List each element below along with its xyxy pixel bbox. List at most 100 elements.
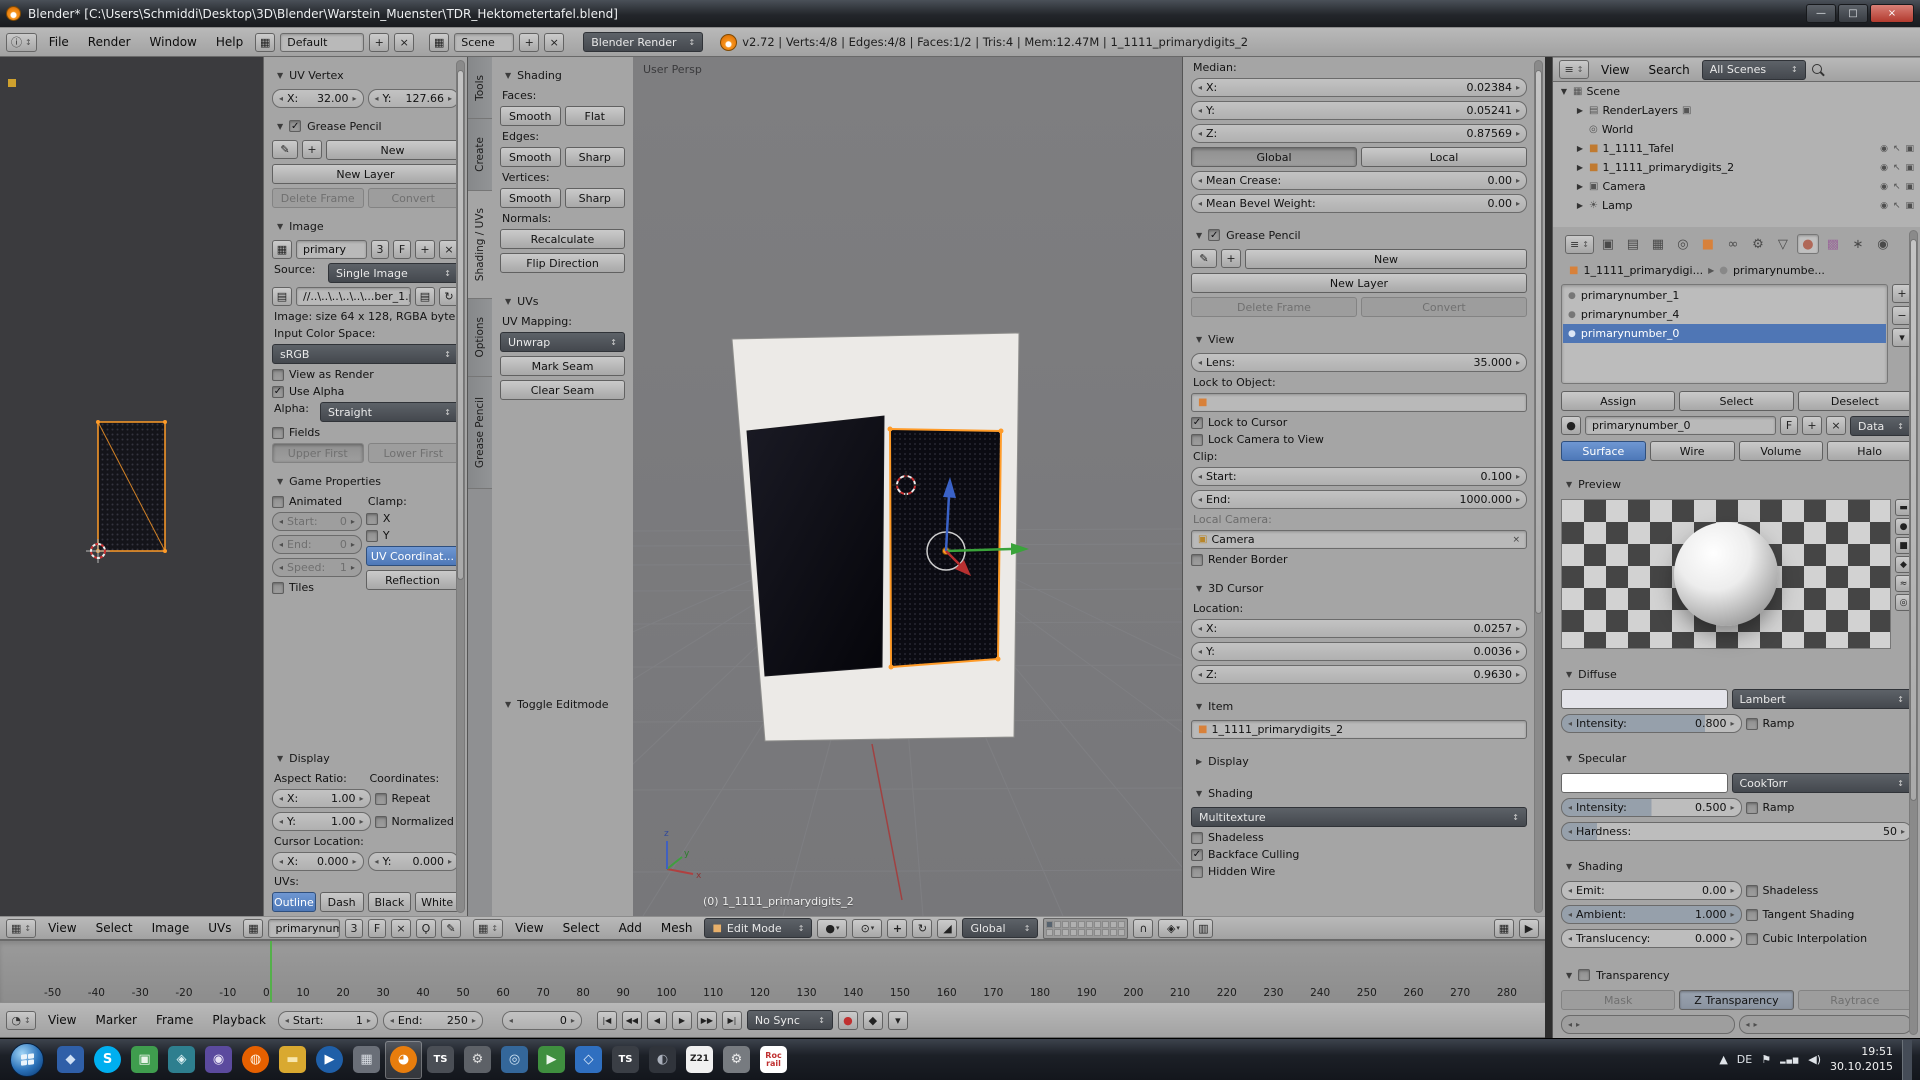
section-redo-panel[interactable]: Toggle Editmode — [500, 694, 625, 714]
local-camera-field[interactable]: ▣ Camera × — [1191, 530, 1527, 549]
image-unlink-button[interactable]: × — [391, 919, 411, 938]
tab-texture[interactable]: ▩ — [1822, 234, 1844, 254]
specular-color-swatch[interactable] — [1561, 773, 1728, 793]
tab-object-data[interactable]: ▽ — [1772, 234, 1794, 254]
uv-vertex-x-field[interactable]: X:32.00 — [272, 89, 364, 108]
material-slot-list[interactable]: ●primarynumber_1 ●primarynumber_4 ●prima… — [1561, 284, 1888, 384]
gears[interactable]: ⚙ — [718, 1041, 755, 1079]
animated-checkbox[interactable]: Animated — [272, 495, 362, 508]
upper-first-button[interactable]: Upper First — [272, 443, 364, 463]
uv-white-toggle[interactable]: White — [415, 892, 459, 912]
tangent-shading-checkbox[interactable]: Tangent Shading — [1746, 905, 1913, 924]
cubic-interpolation-checkbox[interactable]: Cubic Interpolation — [1746, 929, 1913, 948]
app-play[interactable]: ▶ — [533, 1041, 570, 1079]
network-icon[interactable]: ▂▄▆ — [1780, 1056, 1799, 1064]
aspect-x-field[interactable]: X:1.00 — [272, 789, 371, 808]
manipulator-scale-button[interactable]: ◢ — [937, 919, 957, 938]
uv-menu-uvs[interactable]: UVs — [201, 919, 238, 937]
uv-menu-image[interactable]: Image — [145, 919, 197, 937]
flip-direction-button[interactable]: Flip Direction — [500, 253, 625, 273]
sync-mode-select[interactable]: No Sync — [747, 1010, 833, 1030]
diffuse-shader-select[interactable]: Lambert — [1732, 689, 1913, 709]
occlude-geometry-button[interactable]: ▥ — [1193, 919, 1213, 938]
tab-tools[interactable]: Tools — [468, 57, 492, 119]
section-uvs[interactable]: UVs — [500, 291, 625, 311]
tab-world[interactable]: ◎ — [1672, 234, 1694, 254]
menu-window[interactable]: Window — [143, 33, 204, 51]
tab-create[interactable]: Create — [468, 119, 492, 191]
diffuse-color-swatch[interactable] — [1561, 689, 1728, 709]
pin-icon[interactable]: Ϙ — [416, 919, 436, 938]
edit-pencil-icon[interactable]: ✎ — [441, 919, 461, 938]
edges-sharp-button[interactable]: Sharp — [565, 147, 626, 167]
visibility-icon[interactable]: ◉ — [1880, 163, 1888, 173]
material-unlink-button[interactable]: × — [1826, 416, 1846, 435]
global-toggle[interactable]: Global — [1191, 147, 1357, 167]
partial-slider-left[interactable] — [1561, 1015, 1735, 1034]
renderability-icon[interactable]: ▣ — [1905, 201, 1914, 211]
maximize-button[interactable]: □ — [1838, 4, 1868, 23]
opengl-render-anim-button[interactable]: ▶ — [1519, 919, 1539, 938]
opengl-render-still-button[interactable]: ▦ — [1494, 919, 1514, 938]
grease-pencil-new-layer-button[interactable]: New Layer — [272, 164, 459, 184]
median-x-field[interactable]: X:0.02384 — [1191, 78, 1527, 97]
editor-type-button-3d[interactable]: ▦ — [473, 919, 503, 938]
material-mode-select[interactable]: Multitexture — [1191, 807, 1527, 827]
repeat-checkbox[interactable]: Repeat — [375, 789, 460, 808]
uv-image-editor-canvas[interactable] — [0, 57, 263, 916]
outliner-menu-view[interactable]: View — [1594, 61, 1636, 79]
section-grease-pencil-3d[interactable]: Grease Pencil — [1191, 225, 1527, 245]
file-icon[interactable]: ▤ — [272, 287, 292, 306]
outliner-row-world[interactable]: ◎ World — [1553, 120, 1920, 139]
tab-options[interactable]: Options — [468, 299, 492, 377]
app-violet[interactable]: ◉ — [200, 1041, 237, 1079]
select-button[interactable]: Select — [1679, 391, 1793, 411]
deselect-button[interactable]: Deselect — [1798, 391, 1912, 411]
section-shading[interactable]: Shading — [500, 65, 625, 85]
image-fake-user-button[interactable]: F — [368, 919, 386, 938]
reflection-toggle[interactable]: Reflection — [366, 570, 459, 590]
gp3d-convert-button[interactable]: Convert — [1361, 297, 1527, 317]
shadeless-checkbox[interactable]: Shadeless — [1746, 881, 1913, 900]
section-3d-cursor[interactable]: 3D Cursor — [1191, 578, 1527, 598]
minimize-button[interactable]: — — [1806, 4, 1836, 23]
outliner-row-renderlayers[interactable]: ▶ ▤ RenderLayers ▣ — [1553, 101, 1920, 120]
view-as-render-checkbox[interactable]: View as Render — [272, 368, 459, 381]
outliner-scope-select[interactable]: All Scenes — [1702, 60, 1806, 80]
render-engine-select[interactable]: Blender Render — [583, 32, 703, 52]
ambient-slider[interactable]: Ambient:1.000 — [1561, 905, 1742, 924]
rocrail[interactable]: Roc rail — [755, 1041, 792, 1079]
grease-pencil-delete-frame-button[interactable]: Delete Frame — [272, 188, 364, 208]
tab-object[interactable]: ■ — [1697, 234, 1719, 254]
tab-scene[interactable]: ▦ — [1647, 234, 1669, 254]
image-users-badge[interactable]: 3 — [345, 919, 363, 938]
tl-menu-playback[interactable]: Playback — [205, 1011, 273, 1029]
selectability-icon[interactable]: ↖ — [1893, 201, 1901, 211]
next-keyframe-button[interactable]: ▶▶ — [697, 1011, 717, 1030]
mark-seam-button[interactable]: Mark Seam — [500, 356, 625, 376]
assign-button[interactable]: Assign — [1561, 391, 1675, 411]
material-slot[interactable]: ●primarynumber_1 — [1563, 286, 1886, 305]
show-desktop-button[interactable] — [1902, 1040, 1912, 1080]
image-datablock-browse-icon[interactable]: ▦ — [243, 919, 263, 938]
section-display[interactable]: Display — [272, 748, 459, 768]
ts-app-2[interactable]: TS — [607, 1041, 644, 1079]
game-start-field[interactable]: Start:0 — [272, 512, 362, 531]
gp3d-color-icon[interactable]: + — [1221, 249, 1241, 268]
median-z-field[interactable]: Z:0.87569 — [1191, 124, 1527, 143]
vertices-smooth-button[interactable]: Smooth — [500, 188, 561, 208]
uv-menu-select[interactable]: Select — [89, 919, 140, 937]
keying-set-button[interactable]: ◆ — [863, 1011, 883, 1030]
unwrap-menu[interactable]: Unwrap — [500, 332, 625, 352]
frame-start-field[interactable]: Start:1 — [278, 1011, 378, 1030]
snap-element-button[interactable]: ◈▾ — [1158, 919, 1188, 938]
clamp-y-checkbox[interactable]: Y — [366, 529, 459, 542]
diffuse-ramp-checkbox[interactable]: Ramp — [1746, 714, 1913, 733]
screen-layout-delete-button[interactable]: × — [394, 33, 414, 52]
transparency-raytrace-button[interactable]: Raytrace — [1798, 990, 1912, 1010]
alpha-mode-select[interactable]: Straight — [320, 402, 459, 422]
section-diffuse[interactable]: Diffuse — [1561, 664, 1912, 684]
lens-field[interactable]: Lens:35.000 — [1191, 353, 1527, 372]
manipulator-translate-button[interactable]: + — [887, 919, 907, 938]
z21[interactable]: Z21 — [681, 1041, 718, 1079]
